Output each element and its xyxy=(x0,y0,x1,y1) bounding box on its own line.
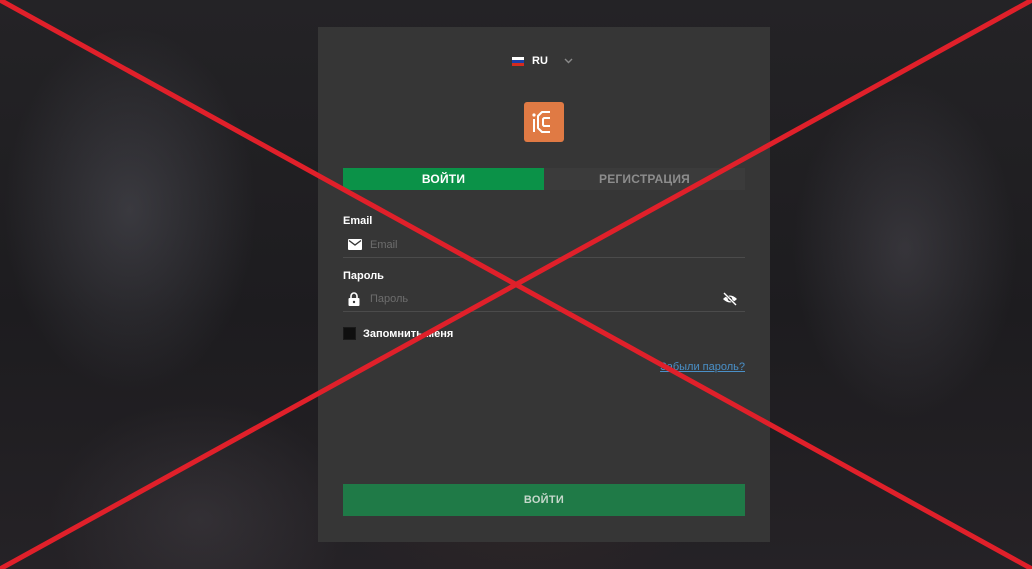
chevron-down-icon xyxy=(564,55,573,67)
lock-icon xyxy=(348,291,368,306)
language-code: RU xyxy=(532,55,548,67)
login-submit-button[interactable]: ВОЙТИ xyxy=(343,484,745,516)
forgot-password-link[interactable]: Забыли пароль? xyxy=(660,361,745,373)
envelope-icon xyxy=(348,239,368,250)
eye-off-icon[interactable] xyxy=(721,290,739,308)
russia-flag-icon xyxy=(512,56,524,66)
auth-tabs: ВОЙТИ РЕГИСТРАЦИЯ xyxy=(343,168,745,190)
email-input[interactable] xyxy=(370,238,745,251)
tab-register[interactable]: РЕГИСТРАЦИЯ xyxy=(544,168,745,190)
email-label: Email xyxy=(343,215,373,227)
remember-me-label: Запомнить меня xyxy=(363,327,454,340)
password-field-row xyxy=(343,286,745,312)
password-label: Пароль xyxy=(343,270,384,282)
login-panel: RU ВОЙТИ РЕГИСТРАЦИЯ Email Пароль xyxy=(318,27,770,542)
remember-me: Запомнить меня xyxy=(343,327,453,340)
language-selector[interactable]: RU xyxy=(512,54,573,68)
password-input[interactable] xyxy=(370,292,721,305)
email-field-row xyxy=(343,232,745,258)
tab-login[interactable]: ВОЙТИ xyxy=(343,168,544,190)
brand-logo-icon xyxy=(524,102,564,142)
remember-me-checkbox[interactable] xyxy=(343,327,356,340)
